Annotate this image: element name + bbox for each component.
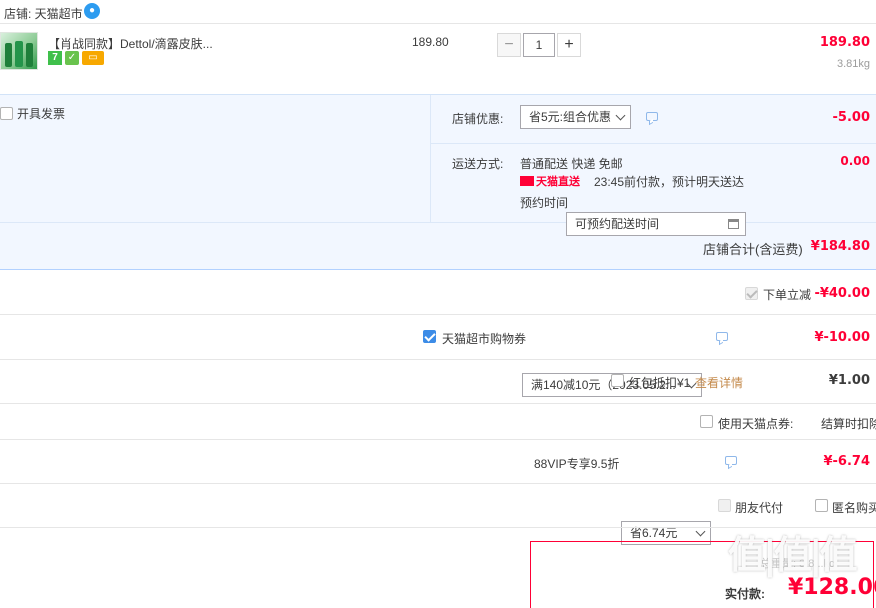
shop-discount-select[interactable]: 省5元:组合优惠 [520, 105, 631, 129]
service-guarantee-icon: ✓ [65, 51, 79, 65]
shipping-method: 普通配送 快递 免邮 [520, 157, 623, 171]
tmall-points-checkbox[interactable] [700, 415, 713, 428]
final-pay-label: 实付款: [725, 587, 765, 601]
anonymous-label: 匿名购买 [832, 501, 876, 515]
shipping-label: 运送方式: [452, 157, 504, 171]
chevron-down-icon [695, 526, 706, 537]
delivery-promise: 23:45前付款，预计明天送达 [594, 175, 745, 189]
credit-card-icon: ▭ [82, 51, 104, 65]
tmall-direct-badge: 天猫直送 [520, 173, 580, 189]
shop-name[interactable]: 店铺: 天猫超市 [4, 5, 83, 22]
friend-pay-label: 朋友代付 [735, 501, 784, 515]
vip-label: 88VIP专享9.5折 [534, 457, 620, 471]
anonymous-checkbox[interactable] [815, 499, 828, 512]
chevron-down-icon [615, 110, 626, 121]
redpacket-label: 红包抵扣¥1 [629, 376, 691, 390]
item-total-price: 189.80 [819, 35, 870, 50]
product-thumbnail[interactable] [0, 32, 38, 70]
shop-header [0, 0, 876, 24]
quantity-input[interactable]: 1 [523, 33, 555, 57]
instant-discount-amount: -¥40.00 [814, 286, 870, 301]
row-divider [0, 483, 876, 484]
quantity-minus-button[interactable]: − [497, 33, 521, 57]
redpacket-checkbox[interactable] [611, 374, 624, 387]
anonymous-checkbox-wrap [815, 499, 828, 515]
shop-total-amount: ¥184.80 [810, 239, 870, 254]
unit-price: 189.80 [412, 35, 449, 49]
tmall-logo-icon [520, 176, 534, 186]
appointment-label: 预约时间 [520, 196, 569, 210]
coupon-amount: ¥-10.00 [814, 330, 870, 345]
friend-pay-checkbox-wrap [718, 499, 731, 515]
comment-icon[interactable] [725, 456, 737, 465]
row-divider [0, 359, 876, 360]
instant-discount-checkbox[interactable] [745, 287, 758, 300]
seven-day-return-icon: 7 [48, 51, 62, 65]
redpacket-checkbox-wrap [611, 374, 624, 390]
tmall-points-label: 使用天猫点券: [718, 417, 794, 431]
coupon-checkbox-wrap [423, 330, 436, 346]
redpacket-amount: ¥1.00 [828, 373, 870, 388]
instant-discount-checkbox-wrap [745, 287, 758, 303]
shop-discount-label: 店铺优惠: [452, 112, 504, 126]
appointment-time-input[interactable]: 可预约配送时间 [566, 212, 746, 236]
tmall-points-checkbox-wrap [700, 415, 713, 431]
vip-amount: ¥-6.74 [823, 454, 870, 469]
panel-divider [430, 95, 431, 222]
invoice-checkbox[interactable] [0, 107, 13, 120]
friend-pay-checkbox[interactable] [718, 499, 731, 512]
shop-discount-selected: 省5元:组合优惠 [529, 110, 612, 124]
appointment-placeholder: 可预约配送时间 [575, 217, 660, 231]
coupon-label: 天猫超市购物券 [442, 332, 527, 346]
vip-selected: 省6.74元 [630, 526, 678, 540]
comment-icon[interactable] [646, 112, 658, 121]
row-divider [0, 439, 876, 440]
invoice-option: 开具发票 [0, 105, 65, 122]
tmall-direct-text: 天猫直送 [536, 176, 580, 188]
wangwang-chat-icon[interactable]: ● [84, 3, 100, 19]
row-divider [0, 314, 876, 315]
tmall-points-value: 结算时扣除 [821, 417, 876, 431]
panel-divider [431, 143, 876, 144]
watermark-logo: 值|值|值 [728, 532, 858, 577]
shop-total-label: 店铺合计(含运费) [703, 242, 803, 257]
redpacket-details-link[interactable]: 查看详情 [695, 374, 743, 391]
shipping-amount: 0.00 [840, 154, 870, 168]
shop-discount-amount: -5.00 [832, 110, 870, 125]
item-weight: 3.81kg [836, 58, 870, 70]
product-title[interactable]: 【肖战同款】Dettol/滴露皮肤... [48, 35, 213, 52]
row-divider [0, 403, 876, 404]
quantity-stepper: − 1 + [497, 33, 581, 57]
coupon-checkbox[interactable] [423, 330, 436, 343]
invoice-label: 开具发票 [17, 107, 66, 121]
comment-icon[interactable] [716, 332, 728, 341]
instant-discount-label: 下单立减 [763, 288, 812, 302]
quantity-plus-button[interactable]: + [557, 33, 581, 57]
calendar-icon [728, 219, 739, 229]
product-tags: 7 ✓ ▭ [48, 51, 104, 65]
